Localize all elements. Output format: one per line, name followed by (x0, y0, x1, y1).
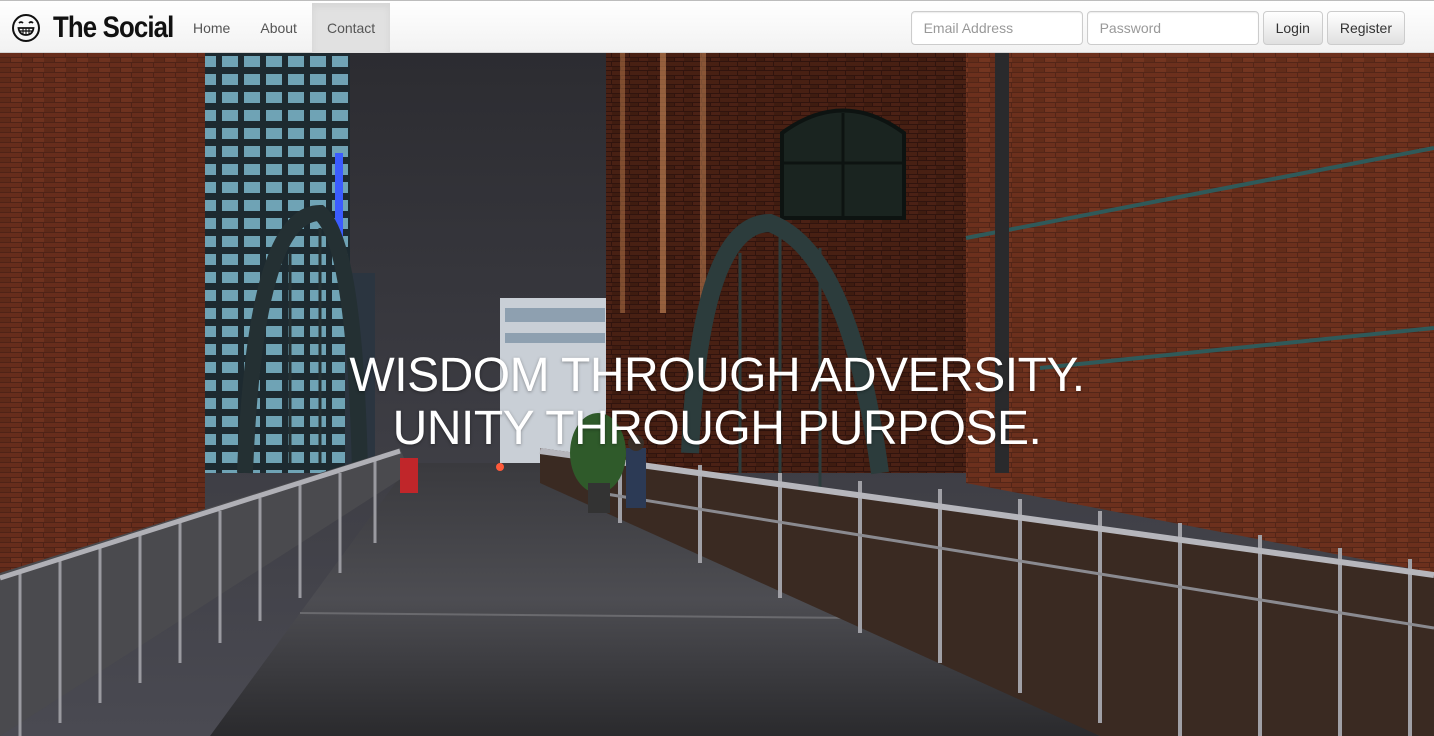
tagline-line-2: UNITY THROUGH PURPOSE. (392, 402, 1042, 455)
grinning-face-icon (12, 14, 40, 42)
nav-home[interactable]: Home (178, 3, 245, 53)
hero-section: WISDOM THROUGH ADVERSITY. UNITY THROUGH … (0, 53, 1434, 736)
nav-contact[interactable]: Contact (311, 3, 391, 53)
register-button[interactable]: Register (1326, 11, 1405, 45)
brand-name: The Social (53, 11, 174, 44)
login-form: Login Register (910, 11, 1405, 45)
email-field[interactable] (910, 11, 1083, 45)
main-nav: Home About Contact (178, 3, 391, 53)
hero-tagline: WISDOM THROUGH ADVERSITY. UNITY THROUGH … (0, 349, 1434, 455)
password-field[interactable] (1086, 11, 1259, 45)
brand-link[interactable]: The Social (11, 11, 193, 44)
nav-about[interactable]: About (245, 3, 312, 53)
login-button[interactable]: Login (1262, 11, 1323, 45)
tagline-line-1: WISDOM THROUGH ADVERSITY. (349, 349, 1085, 402)
navbar: The Social Home About Contact Login Regi… (0, 0, 1434, 53)
